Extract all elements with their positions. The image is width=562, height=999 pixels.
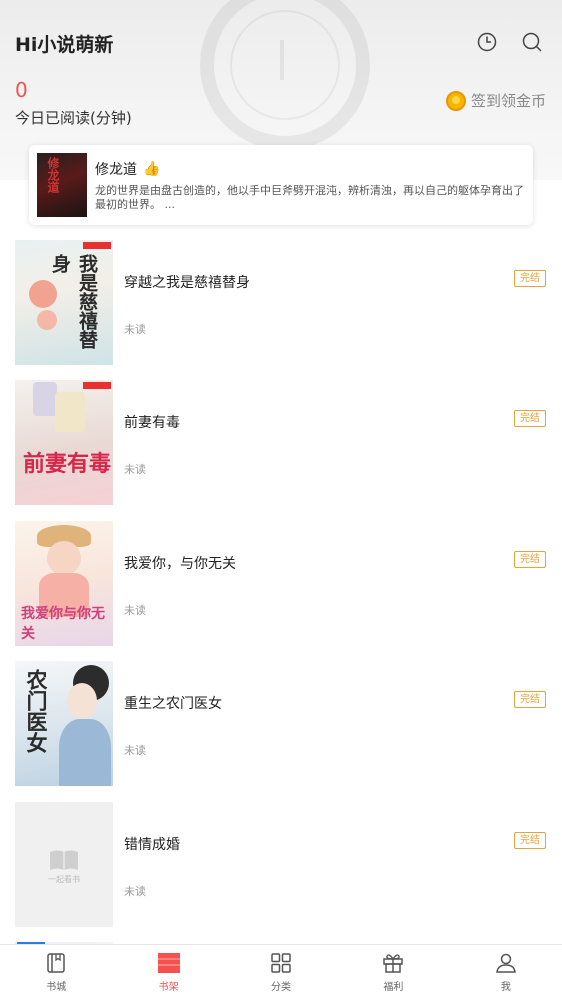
book-cover: 我是慈禧替身 xyxy=(15,240,113,365)
book-read-status: 未读 xyxy=(124,463,146,476)
book-icon xyxy=(47,953,65,973)
book-title: 前妻有毒 xyxy=(124,415,180,431)
grid-icon xyxy=(271,953,291,973)
tab-label: 分类 xyxy=(271,982,292,993)
list-item[interactable]: 我是慈禧替身 穿越之我是慈禧替身 未读 完结 xyxy=(0,240,562,366)
figure-decoration xyxy=(33,382,57,416)
pocket-watch-dial xyxy=(230,10,340,120)
book-cover-text: 前妻有毒 xyxy=(23,452,112,477)
signin-label: 签到领金币 xyxy=(470,92,546,110)
search-icon[interactable] xyxy=(521,31,543,53)
tab-bookshelf[interactable]: 书架 xyxy=(112,945,224,999)
book-read-status: 未读 xyxy=(124,604,146,617)
placeholder-label: 一起看书 xyxy=(48,875,80,884)
status-badge: 完结 xyxy=(514,410,546,427)
recommend-title-row: 修龙道 👍 xyxy=(95,159,160,179)
gold-coin-icon xyxy=(445,90,466,111)
app-title: Hi小说萌新 xyxy=(15,34,114,56)
open-book-icon xyxy=(50,850,78,870)
status-badge: 完结 xyxy=(514,832,546,849)
recommend-cover-text: 修龙道 xyxy=(46,157,60,193)
status-badge: 完结 xyxy=(514,270,546,287)
list-item[interactable]: 农门医女 重生之农门医女 未读 完结 xyxy=(0,661,562,787)
book-cover: 农门医女 xyxy=(15,661,113,786)
recommend-card[interactable]: 修龙道 修龙道 👍 龙的世界是由盘古创造的，他以手中巨斧劈开混沌，辨析清浊，再以… xyxy=(29,145,533,225)
list-item[interactable]: 我爱你与你无关 我爱你，与你无关 未读 完结 xyxy=(0,521,562,647)
status-badge: 完结 xyxy=(514,551,546,568)
book-read-status: 未读 xyxy=(124,323,146,336)
signin-button[interactable]: 签到领金币 xyxy=(445,90,546,111)
tab-label: 书城 xyxy=(46,982,67,993)
book-cover-text: 我是慈禧替身 xyxy=(49,254,98,349)
book-title: 重生之农门医女 xyxy=(124,696,222,712)
tab-category[interactable]: 分类 xyxy=(225,945,337,999)
face-decoration xyxy=(47,541,81,575)
book-cover: 前妻有毒 xyxy=(15,380,113,505)
book-read-status: 未读 xyxy=(124,744,146,757)
status-badge: 完结 xyxy=(514,691,546,708)
tab-label: 我 xyxy=(500,982,511,993)
tab-me[interactable]: 我 xyxy=(450,945,562,999)
book-cover: 我爱你与你无关 xyxy=(15,521,113,646)
pocket-watch-hand xyxy=(280,40,284,80)
thumbs-up-icon: 👍 xyxy=(143,161,161,177)
recommend-title: 修龙道 xyxy=(95,162,137,178)
tab-label: 书架 xyxy=(158,982,179,993)
gift-icon xyxy=(383,954,404,973)
read-minutes-value: 0 xyxy=(15,78,28,102)
book-title: 穿越之我是慈禧替身 xyxy=(124,275,250,291)
face-decoration xyxy=(67,683,97,719)
book-cover-text: 农门医女 xyxy=(24,669,48,753)
publisher-logo xyxy=(83,382,111,389)
list-item[interactable]: 前妻有毒 前妻有毒 未读 完结 xyxy=(0,380,562,506)
book-read-status: 未读 xyxy=(124,885,146,898)
read-minutes-label: 今日已阅读(分钟) xyxy=(15,109,132,127)
book-title: 我爱你，与你无关 xyxy=(124,556,236,572)
book-cover-placeholder: 一起看书 xyxy=(15,802,113,927)
bookshelf-icon xyxy=(157,953,180,973)
user-icon xyxy=(495,953,516,973)
book-cover-text: 我爱你与你无关 xyxy=(21,606,105,642)
book-title: 错情成婚 xyxy=(124,837,180,853)
tab-welfare[interactable]: 福利 xyxy=(337,945,449,999)
recommend-description: 龙的世界是由盘古创造的，他以手中巨斧劈开混沌，辨析清浊，再以自己的躯体孕育出了最… xyxy=(95,184,524,211)
figure-decoration xyxy=(55,392,85,432)
bottom-tab-bar: 书城 书架 分类 福利 我 xyxy=(0,944,562,999)
recommend-cover: 修龙道 xyxy=(37,153,87,217)
list-item[interactable]: 一起看书 错情成婚 未读 完结 xyxy=(0,802,562,928)
tab-label: 福利 xyxy=(383,982,404,993)
robe-decoration xyxy=(59,719,111,786)
clock-icon[interactable] xyxy=(476,31,498,53)
tab-bookstore[interactable]: 书城 xyxy=(0,945,112,999)
publisher-logo xyxy=(83,242,111,249)
